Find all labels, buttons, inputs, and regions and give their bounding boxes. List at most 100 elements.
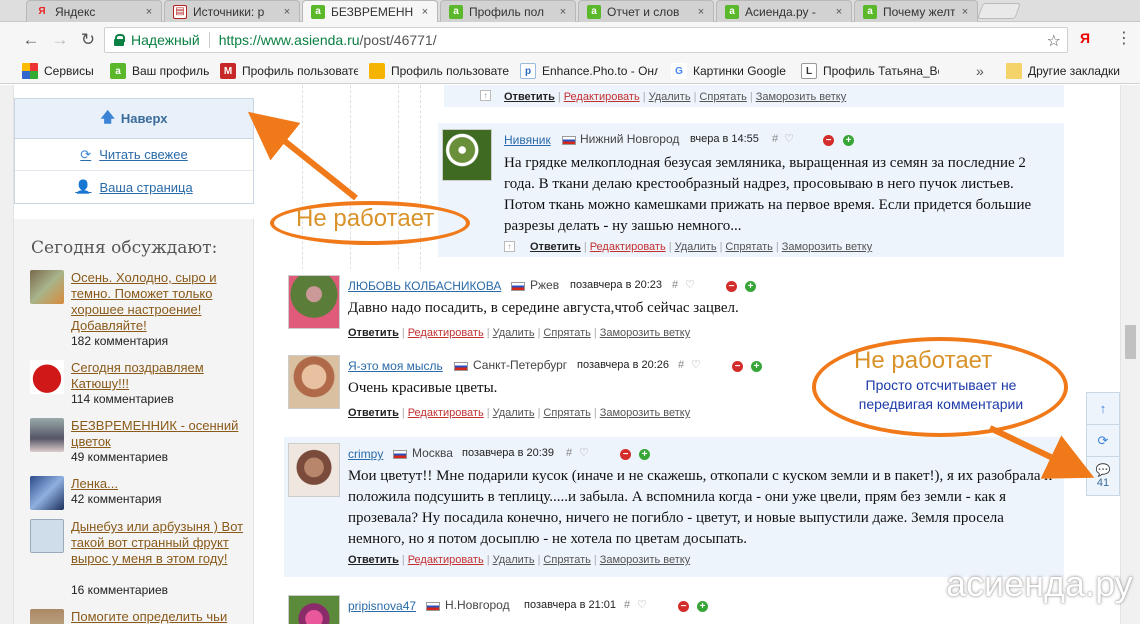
- scrollbar[interactable]: [1120, 85, 1140, 624]
- parent-link-icon[interactable]: ↑: [480, 90, 491, 101]
- vote-plus-button[interactable]: +: [697, 601, 708, 612]
- edit-link[interactable]: Редактировать: [408, 407, 484, 419]
- close-tab-icon[interactable]: ×: [281, 6, 293, 18]
- close-tab-icon[interactable]: ×: [833, 6, 845, 18]
- like-heart-icon[interactable]: ♡: [691, 358, 701, 371]
- reply-link[interactable]: Ответить: [348, 407, 399, 419]
- freeze-thread-link[interactable]: Заморозить ветку: [782, 241, 873, 253]
- like-heart-icon[interactable]: ♡: [784, 132, 794, 145]
- delete-link[interactable]: Удалить: [675, 241, 717, 253]
- discussion-title[interactable]: Осень. Холодно, сыро и темно. Поможет то…: [71, 270, 251, 334]
- freeze-thread-link[interactable]: Заморозить ветку: [756, 91, 847, 103]
- bookmark-star-icon[interactable]: ☆: [1047, 31, 1061, 51]
- tab-asienda[interactable]: a Асиенда.ру - ×: [716, 0, 852, 22]
- bookmark-enhance[interactable]: p Enhance.Pho.to - Онл: [520, 62, 658, 80]
- discussion-title[interactable]: Помогите определить чьи: [71, 609, 251, 624]
- edit-link[interactable]: Редактировать: [408, 327, 484, 339]
- tab-report[interactable]: a Отчет и слов ×: [578, 0, 714, 22]
- new-comments-button[interactable]: 💬 41: [1087, 457, 1119, 495]
- tab-sources[interactable]: ▤ Источники: р ×: [164, 0, 300, 22]
- parent-link-icon[interactable]: ↑: [504, 241, 515, 252]
- vote-minus-button[interactable]: −: [823, 135, 834, 146]
- my-page-link[interactable]: 👤 Ваша страница: [15, 171, 253, 203]
- hide-link[interactable]: Спрятать: [543, 407, 590, 419]
- more-bookmarks-chevron[interactable]: »: [976, 62, 984, 80]
- comment-author[interactable]: Нивяник: [504, 133, 551, 147]
- tab-why-yellow[interactable]: a Почему желт ×: [854, 0, 978, 22]
- avatar[interactable]: [288, 595, 340, 624]
- refresh-comments-icon[interactable]: ⟳: [1087, 425, 1119, 457]
- bookmark-user-profile-2[interactable]: Профиль пользовате: [369, 62, 509, 80]
- scroll-up-icon[interactable]: ↑: [1087, 393, 1119, 425]
- hide-link[interactable]: Спрятать: [543, 554, 590, 566]
- permalink-hash[interactable]: #: [678, 359, 684, 371]
- vote-minus-button[interactable]: −: [732, 361, 743, 372]
- bookmark-your-profile[interactable]: a Ваш профиль: [110, 62, 209, 80]
- yandex-extension-icon[interactable]: Я: [1076, 30, 1094, 48]
- permalink-hash[interactable]: #: [566, 447, 572, 459]
- list-item[interactable]: Осень. Холодно, сыро и темно. Поможет то…: [30, 270, 252, 348]
- comment-author[interactable]: Я-это моя мысль: [348, 359, 443, 373]
- vote-minus-button[interactable]: −: [726, 281, 737, 292]
- close-tab-icon[interactable]: ×: [143, 6, 155, 18]
- scroll-to-top-button[interactable]: 🡅 Наверх: [15, 99, 253, 139]
- vote-plus-button[interactable]: +: [843, 135, 854, 146]
- reply-link[interactable]: Ответить: [348, 554, 399, 566]
- close-tab-icon[interactable]: ×: [419, 6, 431, 18]
- list-item[interactable]: Ленка... 42 комментария: [30, 476, 252, 510]
- freeze-thread-link[interactable]: Заморозить ветку: [600, 407, 691, 419]
- close-tab-icon[interactable]: ×: [959, 6, 971, 18]
- like-heart-icon[interactable]: ♡: [637, 598, 647, 611]
- delete-link[interactable]: Удалить: [649, 91, 691, 103]
- vote-plus-button[interactable]: +: [639, 449, 650, 460]
- address-bar[interactable]: Надежный https://www.asienda.ru /post/46…: [104, 27, 1068, 53]
- tab-bezvremennik[interactable]: a БЕЗВРЕМЕНН ×: [302, 0, 438, 22]
- freeze-thread-link[interactable]: Заморозить ветку: [600, 327, 691, 339]
- comment-author[interactable]: crimpy: [348, 447, 383, 461]
- back-icon[interactable]: ←: [21, 30, 41, 50]
- edit-link[interactable]: Редактировать: [590, 241, 666, 253]
- discussion-title[interactable]: Сегодня поздравляем Катюшу!!!: [71, 360, 251, 392]
- avatar[interactable]: [288, 355, 340, 409]
- hide-link[interactable]: Спрятать: [725, 241, 772, 253]
- close-tab-icon[interactable]: ×: [695, 6, 707, 18]
- reply-link[interactable]: Ответить: [348, 327, 399, 339]
- vote-plus-button[interactable]: +: [745, 281, 756, 292]
- permalink-hash[interactable]: #: [672, 279, 678, 291]
- bookmark-google-images[interactable]: G Картинки Google: [671, 62, 786, 80]
- like-heart-icon[interactable]: ♡: [579, 446, 589, 459]
- hide-link[interactable]: Спрятать: [699, 91, 746, 103]
- browser-menu-icon[interactable]: ⋮: [1116, 30, 1132, 48]
- delete-link[interactable]: Удалить: [493, 554, 535, 566]
- freeze-thread-link[interactable]: Заморозить ветку: [600, 554, 691, 566]
- hide-link[interactable]: Спрятать: [543, 327, 590, 339]
- comment-author[interactable]: pripisnova47: [348, 599, 416, 613]
- like-heart-icon[interactable]: ♡: [685, 278, 695, 291]
- vote-minus-button[interactable]: −: [620, 449, 631, 460]
- bookmark-other-folder[interactable]: Другие закладки: [1006, 62, 1120, 80]
- comment-author[interactable]: ЛЮБОВЬ КОЛБАСНИКОВА: [348, 279, 501, 293]
- bookmark-services[interactable]: Сервисы: [22, 62, 94, 80]
- avatar[interactable]: [288, 443, 340, 497]
- delete-link[interactable]: Удалить: [493, 327, 535, 339]
- avatar[interactable]: [288, 275, 340, 329]
- list-item[interactable]: БЕЗВРЕМЕННИК - осенний цветок 49 коммент…: [30, 418, 252, 464]
- discussion-title[interactable]: БЕЗВРЕМЕННИК - осенний цветок: [71, 418, 251, 450]
- reply-link[interactable]: Ответить: [504, 91, 555, 103]
- scrollbar-thumb[interactable]: [1125, 325, 1136, 359]
- list-item[interactable]: Сегодня поздравляем Катюшу!!! 114 коммен…: [30, 360, 252, 406]
- bookmark-user-profile-1[interactable]: M Профиль пользовате: [220, 62, 358, 80]
- edit-link[interactable]: Редактировать: [564, 91, 640, 103]
- list-item[interactable]: Помогите определить чьи: [30, 609, 252, 624]
- bookmark-tatiana[interactable]: L Профиль Татьяна_Ве: [801, 62, 939, 80]
- reload-icon[interactable]: ↻: [78, 30, 98, 50]
- edit-link[interactable]: Редактировать: [408, 554, 484, 566]
- delete-link[interactable]: Удалить: [493, 407, 535, 419]
- close-tab-icon[interactable]: ×: [557, 6, 569, 18]
- tab-yandex[interactable]: Я Яндекс ×: [26, 0, 162, 22]
- avatar[interactable]: [442, 129, 492, 181]
- discussion-title[interactable]: Дынебуз или арбузыня ) Вот такой вот стр…: [71, 519, 251, 567]
- read-fresh-link[interactable]: ⟳ Читать свежее: [15, 139, 253, 171]
- permalink-hash[interactable]: #: [624, 599, 630, 611]
- tab-profile[interactable]: a Профиль пол ×: [440, 0, 576, 22]
